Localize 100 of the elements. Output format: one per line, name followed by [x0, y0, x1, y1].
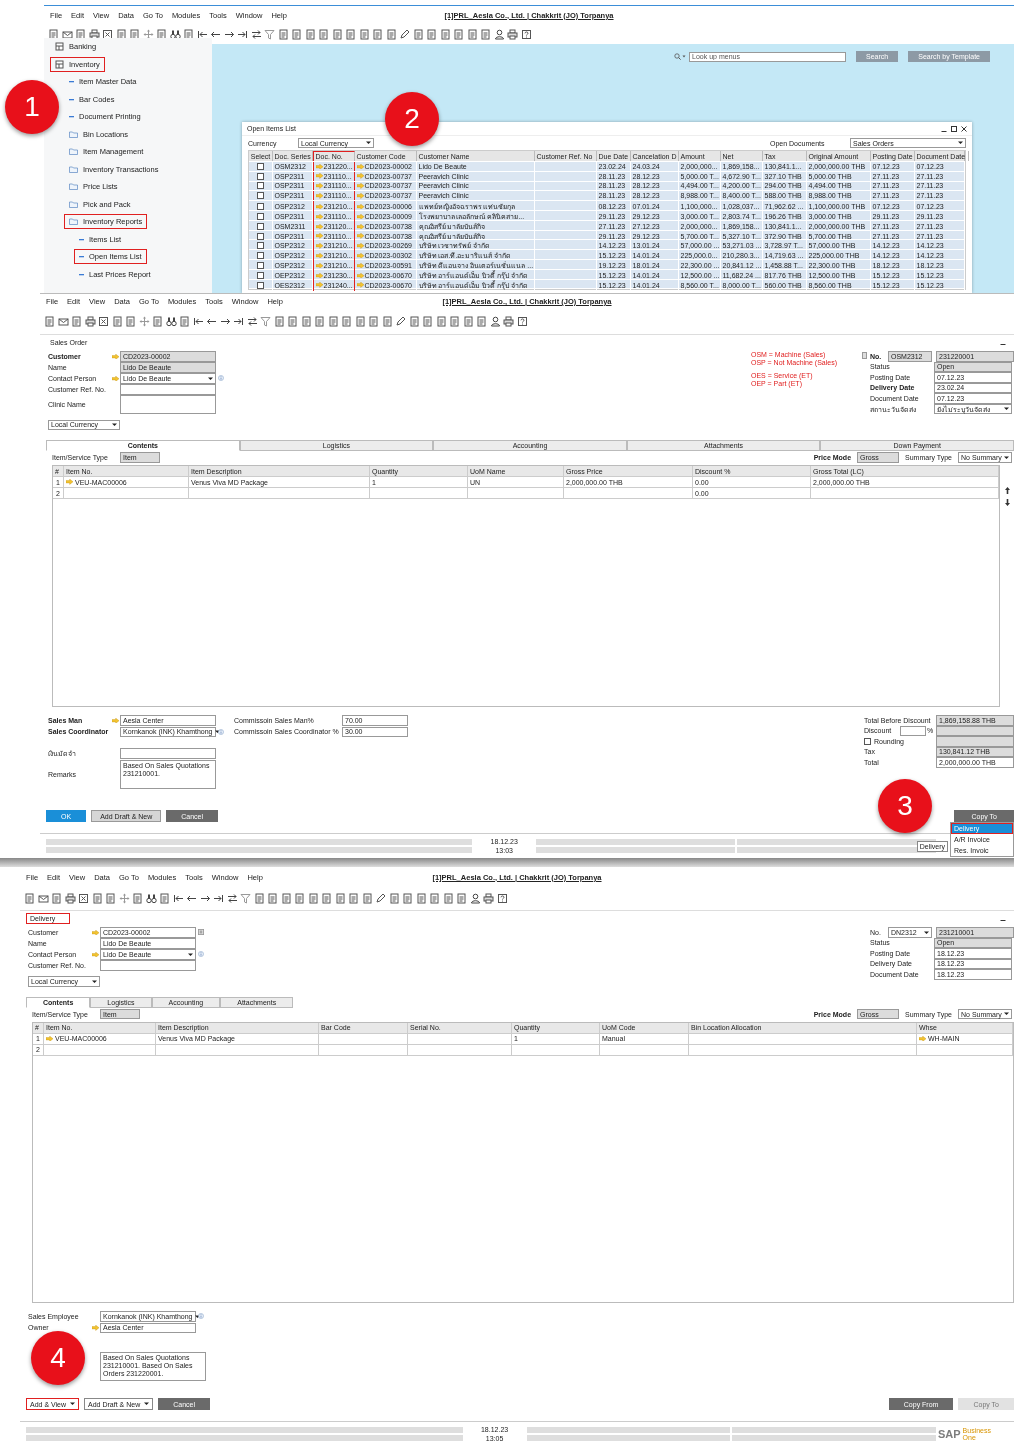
x-box-icon: [78, 893, 89, 904]
document-icon: [462, 316, 474, 327]
info-icon: [218, 375, 224, 382]
checkbox[interactable]: [257, 203, 264, 211]
caret-icon: [188, 952, 193, 956]
person-icon: [489, 316, 501, 327]
checkbox[interactable]: [257, 182, 264, 190]
document-icon: [429, 893, 440, 904]
checkbox[interactable]: [257, 162, 264, 170]
checkbox[interactable]: [257, 252, 264, 260]
document-icon: [179, 316, 190, 327]
help-icon: [496, 893, 508, 904]
document-icon: [159, 893, 170, 904]
document-icon: [348, 893, 359, 904]
dash-icon: [69, 115, 74, 119]
document-icon: [105, 893, 116, 904]
move-icon: [142, 28, 154, 40]
document-icon: [71, 316, 82, 327]
document-icon: [125, 316, 136, 327]
person-icon: [469, 893, 481, 904]
filter-icon: [240, 893, 251, 904]
document-icon: [368, 316, 379, 327]
checkbox[interactable]: [257, 222, 264, 230]
close-icon: [961, 125, 967, 132]
info-icon: [218, 728, 224, 735]
link-arrow-icon: [92, 951, 99, 957]
document-icon: [345, 28, 356, 40]
input-field[interactable]: [900, 725, 926, 736]
printer-icon: [64, 893, 76, 904]
document-icon: [341, 316, 352, 327]
document-icon: [415, 893, 427, 904]
checkbox[interactable]: [257, 242, 264, 250]
printer-icon: [503, 316, 514, 327]
document-icon: [381, 316, 393, 327]
document-icon: [280, 893, 292, 904]
dash-icon: [79, 237, 84, 241]
document-icon: [453, 28, 464, 40]
step-number-badge: 1: [5, 80, 59, 134]
document-icon: [314, 316, 325, 327]
checkbox[interactable]: [257, 172, 264, 180]
checkbox[interactable]: [257, 281, 264, 289]
document-icon: [334, 893, 346, 904]
document-icon: [466, 28, 478, 40]
caret-icon: [958, 141, 963, 145]
move-icon: [118, 893, 130, 904]
caret-icon: [112, 423, 117, 427]
document-icon: [480, 28, 491, 40]
caret-icon: [1004, 1012, 1009, 1016]
pencil-icon: [395, 316, 406, 327]
document-icon: [426, 28, 437, 40]
folder-icon: [69, 218, 78, 226]
document-icon: [372, 28, 383, 40]
caret-icon: [194, 1314, 200, 1318]
move-icon: [138, 316, 150, 327]
list-button-icon: [198, 929, 204, 936]
checkbox[interactable]: [257, 213, 264, 220]
checkbox[interactable]: [257, 232, 264, 240]
document-icon: [442, 893, 454, 904]
help-icon: [520, 28, 532, 40]
x-box-icon: [98, 316, 109, 327]
document-icon: [321, 893, 332, 904]
document-icon: [273, 316, 285, 327]
pencil-icon: [375, 893, 386, 904]
input-field[interactable]: [120, 384, 216, 395]
link-arrow-icon: [919, 1035, 926, 1042]
caret-icon: [92, 979, 97, 983]
link-arrow-icon: [46, 1035, 53, 1042]
document-icon: [294, 893, 305, 904]
arrow-right-icon: [219, 316, 231, 327]
box-icon: [55, 59, 64, 69]
envelope-icon: [37, 893, 49, 904]
info-icon: [198, 1313, 204, 1320]
checkbox[interactable]: [257, 271, 264, 279]
checkbox[interactable]: [257, 261, 264, 269]
binoculars-icon: [145, 893, 157, 904]
caret-icon: [366, 141, 371, 145]
caret-icon: [70, 1402, 76, 1406]
document-icon: [152, 316, 163, 327]
document-icon: [287, 316, 298, 327]
document-icon: [318, 28, 329, 40]
document-icon: [132, 893, 143, 904]
box-icon: [55, 42, 64, 52]
arrow-right-bar-icon: [237, 28, 248, 40]
text-area[interactable]: [120, 395, 216, 414]
input-field[interactable]: [120, 748, 216, 759]
document-icon: [331, 28, 343, 40]
input-field[interactable]: [100, 960, 196, 971]
checkbox[interactable]: [257, 192, 264, 200]
help-icon: [516, 316, 528, 327]
envelope-icon: [57, 316, 69, 327]
document-icon: [91, 893, 103, 904]
arrow-up-icon: [1004, 487, 1010, 494]
link-arrow-icon: [112, 717, 119, 723]
checkbox[interactable]: [864, 737, 871, 745]
document-icon: [449, 316, 460, 327]
arrow-right-icon: [199, 893, 211, 904]
link-arrow-icon: [92, 1325, 99, 1331]
printer-icon: [84, 316, 96, 327]
arrow-right-bar-icon: [213, 893, 224, 904]
caret-icon: [1004, 407, 1009, 411]
